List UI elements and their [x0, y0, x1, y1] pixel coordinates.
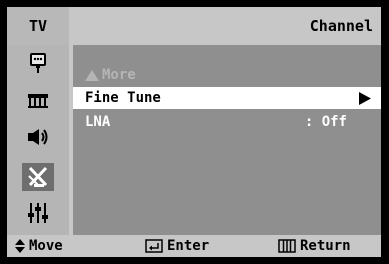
menu-item-more[interactable]: More — [73, 64, 381, 86]
sidebar-item-sound[interactable] — [22, 123, 54, 151]
sidebar-item-channel[interactable] — [22, 163, 54, 191]
menu-item-lna[interactable]: LNA : Off — [73, 111, 381, 133]
menu-frame: TV Channel More Fine Tune LNA: Off Move… — [7, 7, 381, 257]
menu-item-fine-tune[interactable]: Fine Tune — [73, 87, 381, 109]
channel-antenna-icon — [28, 166, 48, 187]
footer-enter-label: Enter — [167, 238, 210, 254]
footer-move-label: Move — [29, 238, 63, 254]
menu-item-label: Fine Tune — [85, 90, 161, 106]
footer: Move Enter Return — [7, 235, 381, 257]
triangle-right-icon — [359, 92, 371, 105]
mode-label: TV — [7, 7, 69, 45]
menu-panel: More Fine Tune LNA : Off — [73, 45, 381, 235]
return-icon — [278, 239, 296, 253]
setup-icon — [28, 203, 48, 223]
sidebar-item-setup[interactable] — [22, 199, 54, 227]
menu-item-label: More — [102, 67, 136, 83]
footer-return: Return — [278, 238, 351, 254]
page-title: Channel — [309, 17, 373, 35]
enter-icon — [145, 239, 163, 253]
footer-enter: Enter — [145, 238, 209, 254]
sound-icon — [28, 129, 48, 145]
sidebar-item-input[interactable] — [22, 87, 54, 115]
footer-return-label: Return — [300, 238, 351, 254]
sidebar — [7, 45, 69, 235]
footer-move: Move — [15, 238, 63, 254]
input-icon — [28, 94, 48, 108]
picture-icon — [30, 53, 46, 73]
up-down-icon — [15, 239, 25, 253]
menu-item-label: LNA — [85, 114, 111, 130]
sidebar-item-picture[interactable] — [22, 49, 54, 77]
triangle-up-icon — [85, 69, 99, 81]
menu-item-value: : Off — [304, 114, 347, 130]
